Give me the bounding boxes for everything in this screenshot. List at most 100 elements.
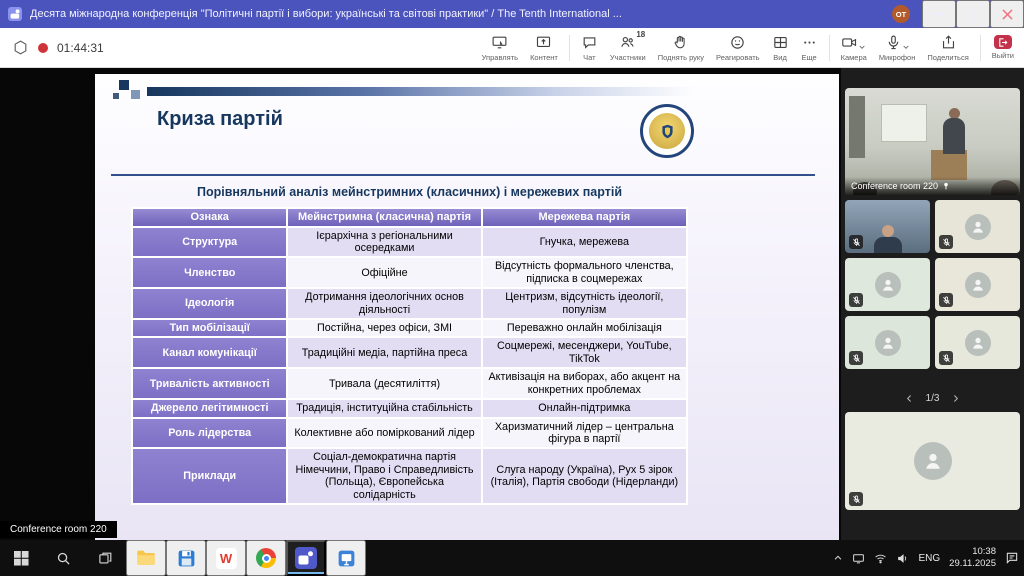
- wps-writer-icon[interactable]: W: [206, 540, 246, 576]
- network-tray-icon[interactable]: [852, 552, 865, 565]
- mic-muted-icon: [852, 495, 861, 504]
- action-center-button[interactable]: [1005, 551, 1019, 565]
- slide-divider: [111, 174, 815, 176]
- notification-icon: [1005, 551, 1019, 565]
- person-avatar-icon: [880, 335, 896, 351]
- table-cell: Соцмережі, месенджери, YouTube, TikTok: [482, 337, 687, 368]
- table-row: Тривалість активностіТривала (десятилітт…: [132, 368, 687, 399]
- microphone-button[interactable]: Микрофон: [873, 32, 922, 64]
- start-button[interactable]: [0, 540, 42, 576]
- file-explorer-icon[interactable]: [126, 540, 166, 576]
- feature-cell: Роль лідерства: [132, 418, 287, 449]
- table-cell: Ієрархічна з регіональними осередками: [287, 227, 481, 258]
- person-avatar-icon: [970, 277, 986, 293]
- mic-muted-icon: [852, 296, 861, 305]
- wifi-tray-icon[interactable]: [874, 552, 887, 565]
- windows-logo-icon: [14, 551, 29, 566]
- table-header: Мейнстримна (класична) партія: [287, 208, 481, 227]
- user-avatar[interactable]: OT: [892, 5, 910, 23]
- leave-button[interactable]: Выйти: [986, 33, 1020, 62]
- table-cell: Соціал-демократична партія Німеччини, Пр…: [287, 448, 481, 504]
- minimize-icon: [934, 13, 944, 15]
- slide-subtitle: Порівняльний аналіз мейнстримних (класич…: [131, 185, 688, 199]
- feature-cell: Приклади: [132, 448, 287, 504]
- participant-tile[interactable]: [935, 258, 1020, 311]
- presenter-room-label: Conference room 220: [0, 521, 117, 538]
- pager-previous-button[interactable]: [905, 394, 914, 403]
- participant-silhouette: [882, 225, 894, 237]
- pinned-video-tile[interactable]: Conference room 220: [845, 88, 1020, 195]
- feature-cell: Структура: [132, 227, 287, 258]
- language-indicator[interactable]: ENG: [918, 553, 940, 564]
- raise-hand-button[interactable]: Поднять руку: [652, 32, 710, 64]
- window-title: Десята міжнародна конференція "Політичні…: [30, 8, 880, 20]
- camera-icon: [841, 34, 858, 51]
- presenter-silhouette: [943, 118, 965, 154]
- leave-icon: [997, 37, 1009, 48]
- maximize-button[interactable]: [956, 0, 990, 28]
- search-button[interactable]: [42, 540, 84, 576]
- chevron-down-icon: [902, 43, 910, 51]
- toolbar-divider: [980, 35, 981, 61]
- close-button[interactable]: [990, 0, 1024, 28]
- participants-button[interactable]: 18 Участники: [604, 32, 652, 64]
- save-app-icon[interactable]: [166, 540, 206, 576]
- presentation-app-icon[interactable]: [326, 540, 366, 576]
- table-cell: Традиція, інституційна стабільність: [287, 399, 481, 417]
- comparison-table: Ознака Мейнстримна (класична) партія Мер…: [131, 207, 688, 505]
- presentation-slide: Криза партій Порівняльний аналіз мейнстр…: [95, 74, 839, 540]
- person-avatar-icon: [970, 219, 986, 235]
- tray-date: 29.11.2025: [949, 558, 996, 569]
- view-grid-icon: [772, 34, 789, 51]
- table-cell: Переважно онлайн мобілізація: [482, 319, 687, 337]
- tray-time: 10:38: [972, 546, 996, 557]
- chrome-logo-icon: [256, 548, 276, 568]
- shared-screen-stage: Криза партій Порівняльний аналіз мейнстр…: [0, 68, 841, 540]
- participant-tile[interactable]: [935, 200, 1020, 253]
- maximize-icon: [969, 10, 978, 19]
- participant-tile[interactable]: [845, 316, 930, 369]
- tray-expand-button[interactable]: [833, 553, 843, 563]
- table-header: Ознака: [132, 208, 287, 227]
- meeting-toolbar: 01:44:31 Управлять Контент Чат 18 Участн…: [0, 28, 1024, 68]
- participants-sidebar: Conference room 220: [841, 68, 1024, 540]
- minimize-button[interactable]: [922, 0, 956, 28]
- table-cell: Постійна, через офіси, ЗМІ: [287, 319, 481, 337]
- presentation-icon: [336, 548, 357, 569]
- teams-taskbar-icon[interactable]: [286, 540, 326, 576]
- chat-button[interactable]: Чат: [575, 32, 604, 64]
- view-button[interactable]: Вид: [766, 32, 795, 64]
- feature-cell: Тривалість активності: [132, 368, 287, 399]
- share-button[interactable]: Поделиться: [921, 32, 974, 64]
- ellipsis-icon: [801, 34, 818, 51]
- slide-decoration: [119, 80, 129, 90]
- react-button[interactable]: Реагировать: [710, 32, 766, 64]
- teams-logo-icon: [295, 547, 317, 569]
- mic-muted-icon: [852, 354, 861, 363]
- table-cell: Тривала (десятиліття): [287, 368, 481, 399]
- table-row: ІдеологіяДотримання ідеологічних основ д…: [132, 288, 687, 319]
- participant-video-tile[interactable]: [845, 200, 930, 253]
- participant-tile-large[interactable]: [845, 412, 1020, 510]
- table-row: ЧленствоОфіційнеВідсутність формального …: [132, 257, 687, 288]
- volume-tray-icon[interactable]: [896, 552, 909, 565]
- chat-icon: [581, 34, 598, 51]
- person-avatar-icon: [922, 450, 944, 472]
- clock[interactable]: 10:38 29.11.2025: [949, 546, 996, 571]
- participant-tile[interactable]: [935, 316, 1020, 369]
- close-icon: [1002, 9, 1013, 20]
- pager-label: 1/3: [926, 393, 940, 404]
- content-button[interactable]: Контент: [524, 32, 564, 64]
- pager-next-button[interactable]: [951, 394, 960, 403]
- system-tray: ENG 10:38 29.11.2025: [833, 540, 1024, 576]
- table-header-row: Ознака Мейнстримна (класична) партія Мер…: [132, 208, 687, 227]
- video-scene: [849, 96, 865, 158]
- participant-tile[interactable]: [845, 258, 930, 311]
- more-button[interactable]: Еще: [795, 32, 824, 64]
- chrome-icon[interactable]: [246, 540, 286, 576]
- camera-button[interactable]: Камера: [835, 32, 873, 64]
- toolbar-divider: [829, 35, 830, 61]
- feature-cell: Канал комунікації: [132, 337, 287, 368]
- manage-button[interactable]: Управлять: [476, 32, 524, 64]
- task-view-button[interactable]: [84, 540, 126, 576]
